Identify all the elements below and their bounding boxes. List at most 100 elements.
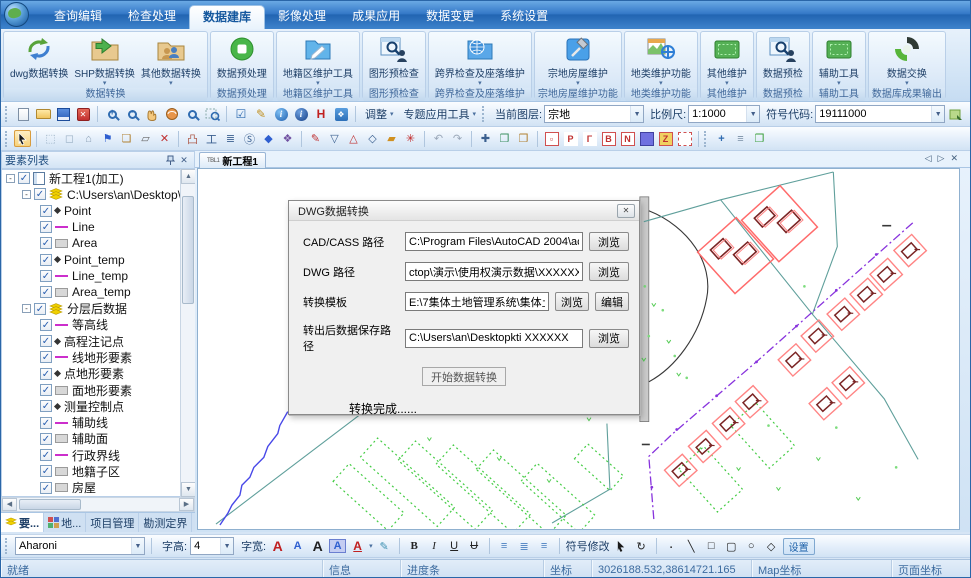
tree-item-layer[interactable]: ✓Area_temp (2, 284, 194, 300)
tree-item-dataset[interactable]: -✓分层后数据 (2, 300, 194, 316)
select-elements-icon[interactable]: ⬚ (42, 130, 59, 147)
parcel-gamma-icon[interactable]: Γ (581, 130, 598, 147)
parcel-b-icon[interactable]: B (600, 130, 617, 147)
bold-button[interactable]: B (406, 538, 423, 555)
toolbar-grip[interactable] (5, 131, 9, 147)
tree-item-layer[interactable]: ✓Area (2, 235, 194, 251)
checkbox-checked[interactable]: ✓ (34, 303, 46, 315)
zoom-in-icon[interactable] (103, 105, 121, 123)
tree-item-layer[interactable]: ✓Line (2, 219, 194, 235)
format-brush-icon[interactable]: ✎ (376, 538, 393, 555)
tree-item-layer[interactable]: ✓测量控制点 (2, 398, 194, 414)
data-precheck-button[interactable]: 数据预检 (760, 34, 806, 88)
list-view-icon[interactable]: ≡ (732, 130, 749, 147)
draw-triangle-down-icon[interactable]: ▽ (326, 130, 343, 147)
checkbox-checked[interactable]: ✓ (40, 319, 52, 331)
layer-up-icon[interactable]: ❐ (496, 130, 513, 147)
start-convert-button[interactable]: 开始数据转换 (422, 367, 506, 386)
italic-button[interactable]: I (426, 538, 443, 555)
spline-tool-icon[interactable]: ❖ (279, 130, 296, 147)
tab-database-build[interactable]: 数据建库 (189, 5, 265, 29)
tab-prev-icon[interactable]: ◁ (925, 153, 932, 164)
scroll-left-icon[interactable]: ◀ (2, 498, 17, 511)
scrollbar-thumb[interactable] (19, 499, 81, 510)
chevron-down-icon[interactable]: ▼ (630, 106, 643, 122)
info-alt-icon[interactable]: i (292, 105, 310, 123)
output-path-browse-button[interactable]: 浏览 (589, 329, 629, 348)
output-path-input[interactable] (405, 329, 583, 348)
scale-combo[interactable]: 1:1000▼ (688, 105, 760, 123)
toolbar-grip[interactable] (5, 538, 9, 554)
checkbox-checked[interactable]: ✓ (40, 335, 52, 347)
dwg-path-input[interactable] (405, 262, 583, 281)
rotate-icon[interactable]: ↻ (633, 538, 650, 555)
dialog-title-bar[interactable]: DWG数据转换 ✕ (289, 201, 639, 221)
collapse-icon[interactable]: - (6, 174, 15, 183)
current-layer-combo[interactable]: 宗地▼ (544, 105, 644, 123)
tree-item-dataset[interactable]: -✓C:\Users\an\Desktop\廖桥 (2, 186, 194, 202)
landtype-maintain-button[interactable]: 地类维护功能 ▾ (628, 34, 694, 88)
save-icon[interactable] (54, 105, 72, 123)
draw-polygon-icon[interactable]: ◇ (763, 538, 780, 555)
font-large-black-icon[interactable]: A (309, 538, 326, 554)
stamp-tool-icon[interactable]: 凸 (184, 130, 201, 147)
draw-ellipse-icon[interactable]: ○ (743, 538, 760, 555)
info-icon[interactable]: i (272, 105, 290, 123)
font-large-red-icon[interactable]: A (269, 538, 286, 554)
fullscreen-icon[interactable]: ❖ (332, 105, 350, 123)
collapse-icon[interactable]: - (22, 190, 31, 199)
pan-hand-icon[interactable] (143, 105, 161, 123)
apply-symbol-icon[interactable] (947, 105, 965, 123)
font-family-combo[interactable]: Aharoni▼ (15, 537, 145, 555)
checkbox-checked[interactable]: ✓ (40, 270, 52, 282)
select-feature-icon[interactable]: ⌂ (80, 130, 97, 147)
text-tool-icon[interactable]: 工 (203, 130, 220, 147)
checkbox-checked[interactable]: ✓ (40, 384, 52, 396)
tab-system-settings[interactable]: 系统设置 (487, 3, 561, 29)
fill-blue-icon[interactable] (638, 130, 655, 147)
other-convert-button[interactable]: 其他数据转换 ▾ (138, 34, 204, 88)
flag-tool-icon[interactable]: ⚑ (99, 130, 116, 147)
aux-tools-button[interactable]: 辅助工具 ▾ (816, 34, 862, 88)
adjust-menu-button[interactable]: 调整▾ (361, 105, 398, 124)
dwg-path-browse-button[interactable]: 浏览 (589, 262, 629, 281)
pin-icon[interactable] (163, 153, 177, 167)
map-canvas[interactable]: DWG数据转换 ✕ CAD/CASS 路径 浏览 DWG 路径 浏览 (197, 168, 960, 530)
magnifier-icon[interactable] (183, 105, 201, 123)
tree-item-layer[interactable]: ✓地籍子区 (2, 463, 194, 479)
template-input[interactable] (405, 292, 549, 311)
tree-item-layer[interactable]: ✓面地形要素 (2, 382, 194, 398)
tab-landtype[interactable]: 地... (44, 513, 86, 532)
diamond-tool-icon[interactable]: ◆ (260, 130, 277, 147)
hatch-tool-icon[interactable]: ≣ (222, 130, 239, 147)
polygon-edit-icon[interactable]: ▱ (137, 130, 154, 147)
add-item-icon[interactable]: + (713, 130, 730, 147)
underline-button[interactable]: U (446, 538, 463, 555)
draw-line-icon[interactable]: ╲ (683, 538, 700, 555)
chevron-down-icon[interactable]: ▼ (931, 106, 944, 122)
tree-item-layer[interactable]: ✓点地形要素 (2, 366, 194, 382)
toolbar-grip[interactable] (5, 106, 9, 122)
cad-path-input[interactable] (405, 232, 583, 251)
tab-check-process[interactable]: 检查处理 (115, 3, 189, 29)
symbol-s-tool-icon[interactable]: Ⓢ (241, 130, 258, 147)
chevron-down-icon[interactable]: ▼ (746, 106, 759, 122)
align-left-icon[interactable]: ≡ (496, 538, 513, 555)
font-height-combo[interactable]: 4▼ (190, 537, 234, 555)
draw-rounded-rect-icon[interactable]: ▢ (723, 538, 740, 555)
parcel-box-icon[interactable]: ▫ (543, 130, 560, 147)
tab-survey-boundary[interactable]: 勘测定界 (139, 513, 192, 532)
tab-close-icon[interactable]: ✕ (950, 153, 958, 164)
tree-item-layer[interactable]: ✓高程注记点 (2, 333, 194, 349)
tree-item-layer[interactable]: ✓行政界线 (2, 447, 194, 463)
tree-item-project[interactable]: -✓新工程1(加工) (2, 170, 194, 186)
app-globe-logo-icon[interactable] (4, 2, 29, 27)
checkbox-checked[interactable]: ✓ (40, 482, 52, 494)
symbol-code-combo[interactable]: 19111000▼ (815, 105, 945, 123)
delete-feature-icon[interactable]: ✕ (156, 130, 173, 147)
data-exchange-button[interactable]: 数据交换 ▾ (884, 34, 930, 88)
parcel-n-icon[interactable]: N (619, 130, 636, 147)
star-tool-icon[interactable]: ✳ (402, 130, 419, 147)
zoom-extent-icon[interactable] (163, 105, 181, 123)
draw-pen-icon[interactable]: ✎ (307, 130, 324, 147)
